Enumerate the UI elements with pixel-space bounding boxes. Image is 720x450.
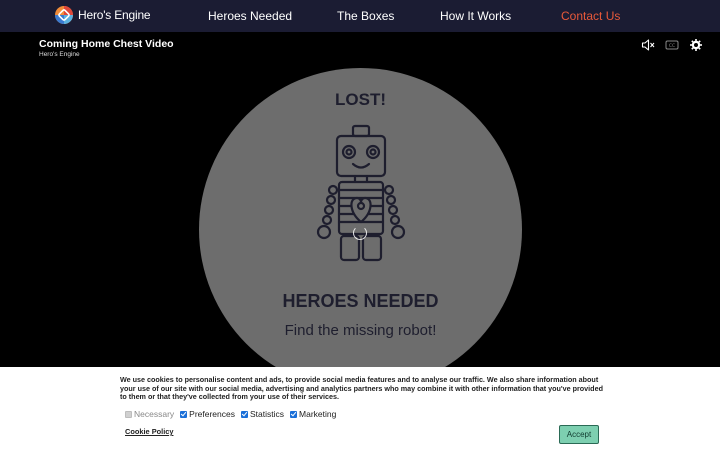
statistics-label[interactable]: Statistics xyxy=(250,409,284,419)
cookie-policy-link[interactable]: Cookie Policy xyxy=(125,427,173,436)
marketing-label[interactable]: Marketing xyxy=(299,409,336,419)
top-navbar: Hero's Engine Heroes Needed The Boxes Ho… xyxy=(0,0,720,32)
svg-text:CC: CC xyxy=(669,43,675,49)
nav-link-how-it-works[interactable]: How It Works xyxy=(440,9,511,23)
logo-icon xyxy=(55,6,73,24)
necessary-label: Necessary xyxy=(134,409,175,419)
site-logo[interactable]: Hero's Engine xyxy=(54,5,151,25)
cookie-consent-text: We use cookies to personalise content an… xyxy=(120,375,603,402)
necessary-checkbox xyxy=(125,410,132,418)
find-robot-subtitle: Find the missing robot! xyxy=(284,322,437,339)
cookie-option-marketing[interactable]: Marketing xyxy=(290,409,336,419)
robot-illustration xyxy=(316,124,406,262)
cookie-consent-banner: We use cookies to personalise content an… xyxy=(0,367,720,450)
loading-spinner-icon xyxy=(353,226,367,240)
cookie-option-statistics[interactable]: Statistics xyxy=(241,409,284,419)
nav-link-heroes-needed[interactable]: Heroes Needed xyxy=(208,9,292,23)
preferences-label[interactable]: Preferences xyxy=(189,409,235,419)
video-channel-name[interactable]: Hero's Engine xyxy=(39,51,80,58)
cookie-option-necessary: Necessary xyxy=(125,409,174,419)
accept-button[interactable]: Accept xyxy=(559,425,599,444)
cookie-options: Necessary Preferences Statistics Marketi… xyxy=(125,409,336,419)
statistics-checkbox[interactable] xyxy=(241,410,248,418)
nav-link-contact-us[interactable]: Contact Us xyxy=(561,9,620,23)
video-title[interactable]: Coming Home Chest Video xyxy=(39,38,174,50)
heroes-needed-heading: HEROES NEEDED xyxy=(282,291,439,311)
page: Hero's Engine Heroes Needed The Boxes Ho… xyxy=(0,0,720,450)
settings-icon[interactable] xyxy=(689,38,703,52)
marketing-checkbox[interactable] xyxy=(290,410,298,418)
logo-text: Hero's Engine xyxy=(78,8,151,22)
captions-icon[interactable]: CC xyxy=(665,38,679,52)
mute-icon[interactable] xyxy=(641,38,655,52)
preferences-checkbox[interactable] xyxy=(180,410,188,418)
cookie-option-preferences[interactable]: Preferences xyxy=(180,409,235,419)
nav-link-the-boxes[interactable]: The Boxes xyxy=(337,9,394,23)
lost-heading: LOST! xyxy=(335,90,386,109)
